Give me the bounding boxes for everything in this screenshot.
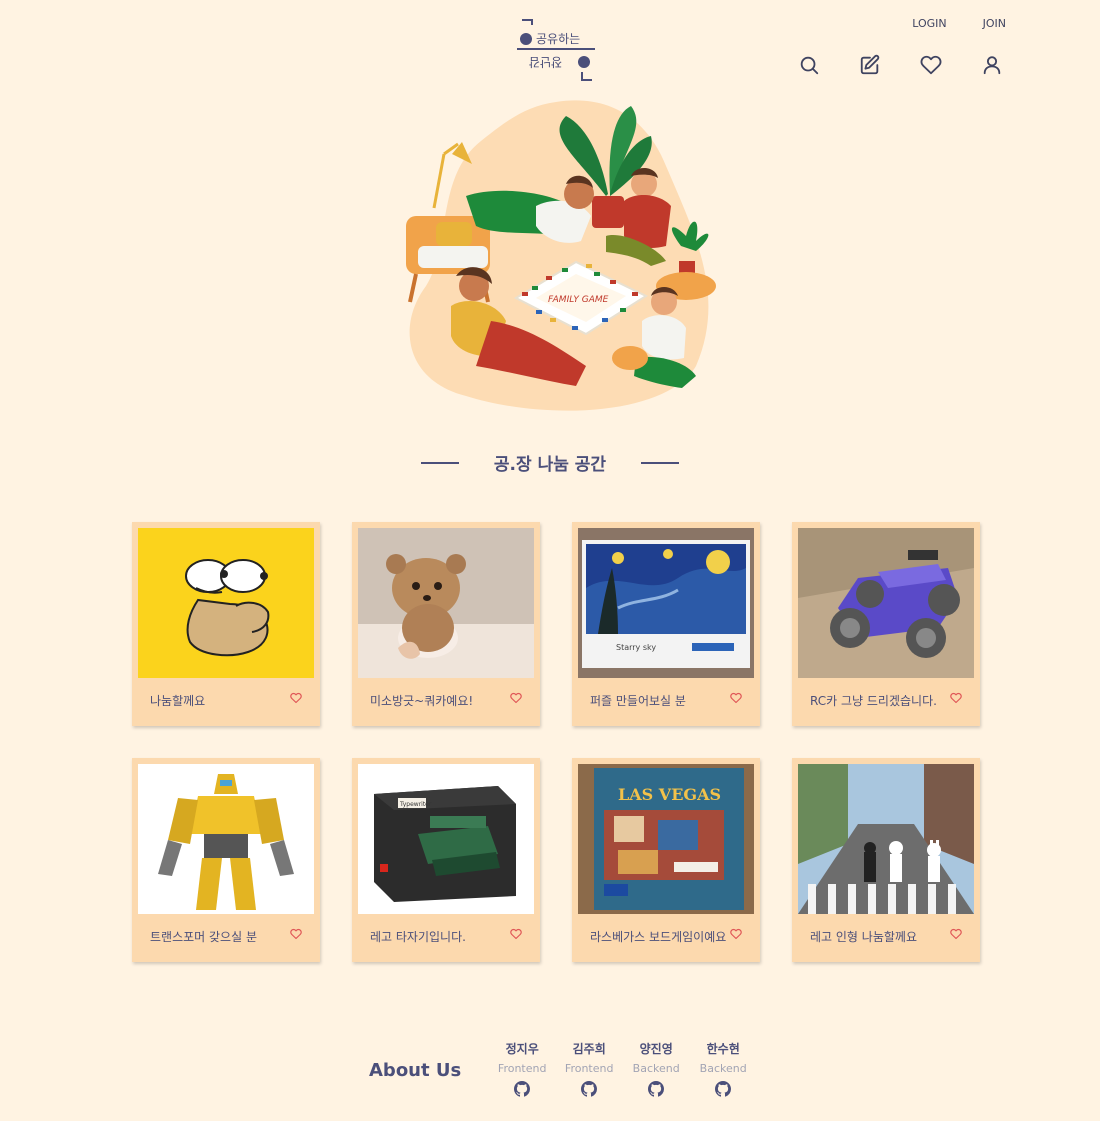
card-image xyxy=(358,528,534,678)
card-title[interactable]: RC카 그냥 드리겠습니다. xyxy=(810,692,937,709)
pencil-square-icon[interactable] xyxy=(859,54,881,76)
heart-icon[interactable] xyxy=(510,928,522,940)
card-image: LAS VEGAS xyxy=(578,764,754,914)
puzzle-box-label: Starry sky xyxy=(616,643,656,652)
card-title[interactable]: 트랜스포머 갖으실 분 xyxy=(150,928,257,945)
member-role: Frontend xyxy=(564,1062,614,1075)
heading-line-left xyxy=(420,461,459,464)
member-role: Frontend xyxy=(497,1062,547,1075)
card-title[interactable]: 레고 인형 나눔할께요 xyxy=(810,928,917,945)
about-us-footer: About Us 정지우 Frontend 김주희 Frontend 양진영 B… xyxy=(369,1040,759,1101)
card-title[interactable]: 미소방긋~쿼카예요! xyxy=(370,692,473,709)
github-icon[interactable] xyxy=(715,1081,732,1097)
team-member: 한수현 Backend xyxy=(692,1040,754,1101)
share-card[interactable]: LAS VEGAS 라스베가스 보드게임이예요 xyxy=(572,758,760,962)
card-image xyxy=(138,764,314,914)
user-icon[interactable] xyxy=(981,54,1003,76)
top-nav: LOGIN JOIN xyxy=(912,17,1006,30)
share-card[interactable]: 미소방긋~쿼카예요! xyxy=(352,522,540,726)
header-icons xyxy=(798,54,1003,76)
card-title[interactable]: 라스베가스 보드게임이예요 xyxy=(590,928,726,945)
heart-icon[interactable] xyxy=(510,692,522,704)
heart-icon[interactable] xyxy=(950,928,962,940)
boardgame-box-label: LAS VEGAS xyxy=(618,785,721,804)
heading-line-right xyxy=(641,461,680,464)
card-title[interactable]: 레고 타자기입니다. xyxy=(370,928,466,945)
github-icon[interactable] xyxy=(581,1081,598,1097)
card-image xyxy=(138,528,314,678)
card-image: Typewriter xyxy=(358,764,534,914)
site-logo[interactable]: 공유하는 장난감 xyxy=(516,16,598,84)
member-name: 한수현 xyxy=(706,1042,740,1056)
member-name: 양진영 xyxy=(639,1042,673,1056)
member-name: 정지우 xyxy=(505,1042,539,1056)
team-member: 김주희 Frontend xyxy=(558,1040,620,1101)
card-image xyxy=(798,528,974,678)
heart-icon[interactable] xyxy=(730,928,742,940)
card-image: Starry sky xyxy=(578,528,754,678)
board-game-text: FAMILY GAME xyxy=(548,295,609,305)
card-title[interactable]: 나눔할께요 xyxy=(150,692,205,709)
about-title: About Us xyxy=(369,1060,462,1081)
logo-line1: 공유하는 xyxy=(536,32,580,46)
section-heading: 공.장 나눔 공간 xyxy=(0,450,1100,475)
share-card[interactable]: 나눔할께요 xyxy=(132,522,320,726)
heart-icon[interactable] xyxy=(920,54,942,76)
share-card[interactable]: RC카 그냥 드리겠습니다. xyxy=(792,522,980,726)
search-icon[interactable] xyxy=(798,54,820,76)
team-member: 정지우 Frontend xyxy=(491,1040,553,1101)
member-name: 김주희 xyxy=(572,1042,606,1056)
github-icon[interactable] xyxy=(648,1081,665,1097)
heart-icon[interactable] xyxy=(950,692,962,704)
hero-illustration: FAMILY GAME xyxy=(406,100,716,411)
share-card-grid: 나눔할께요 미소방긋~쿼카예요! Starry sky 퍼즐 만들어보실 분 R… xyxy=(132,522,982,962)
join-link[interactable]: JOIN xyxy=(983,17,1006,30)
heart-icon[interactable] xyxy=(290,692,302,704)
heart-icon[interactable] xyxy=(290,928,302,940)
team-member: 양진영 Backend xyxy=(625,1040,687,1101)
heart-icon[interactable] xyxy=(730,692,742,704)
login-link[interactable]: LOGIN xyxy=(912,17,946,30)
typewriter-box-label: Typewriter xyxy=(399,801,432,808)
share-card[interactable]: Starry sky 퍼즐 만들어보실 분 xyxy=(572,522,760,726)
card-title[interactable]: 퍼즐 만들어보실 분 xyxy=(590,692,686,709)
share-card[interactable]: 레고 인형 나눔할께요 xyxy=(792,758,980,962)
member-role: Backend xyxy=(632,1062,680,1075)
share-card[interactable]: Typewriter 레고 타자기입니다. xyxy=(352,758,540,962)
github-icon[interactable] xyxy=(514,1081,531,1097)
share-card[interactable]: 트랜스포머 갖으실 분 xyxy=(132,758,320,962)
logo-line2: 장난감 xyxy=(529,55,562,69)
member-role: Backend xyxy=(699,1062,747,1075)
section-title: 공.장 나눔 공간 xyxy=(493,455,607,475)
card-image xyxy=(798,764,974,914)
